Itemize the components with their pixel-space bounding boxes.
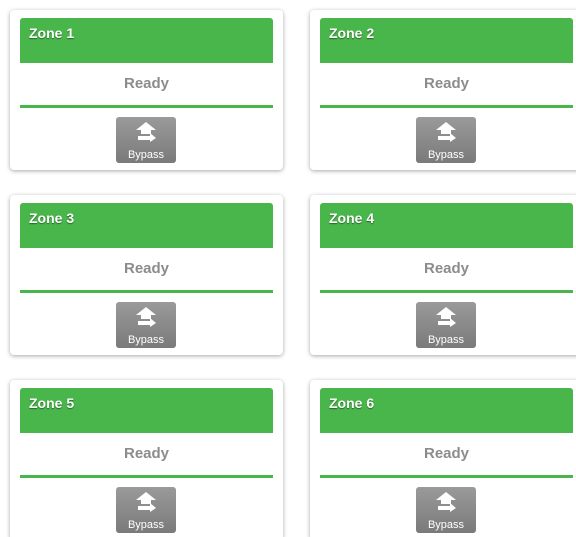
bypass-label: Bypass: [127, 519, 165, 531]
zone-title: Zone 5: [29, 395, 75, 411]
bypass-arrow-icon: [436, 492, 456, 512]
zone-status: Ready: [423, 75, 470, 92]
status-divider: [20, 290, 273, 293]
status-divider: [320, 105, 573, 108]
zone-grid: Zone 1 Ready Bypass Zone 2 Ready Bypass: [0, 0, 576, 537]
bypass-button[interactable]: Bypass: [116, 487, 176, 533]
bypass-arrow-icon: [436, 307, 456, 327]
status-divider: [320, 475, 573, 478]
bypass-arrow-icon: [436, 122, 456, 142]
bypass-label: Bypass: [127, 334, 165, 346]
zone-card-4: Zone 4 Ready Bypass: [310, 195, 576, 355]
zone-card-3: Zone 3 Ready Bypass: [10, 195, 283, 355]
zone-status: Ready: [123, 260, 170, 277]
bypass-label: Bypass: [427, 149, 465, 161]
zone-title: Zone 4: [329, 210, 375, 226]
status-divider: [320, 290, 573, 293]
zone-card-5: Zone 5 Ready Bypass: [10, 380, 283, 537]
status-divider: [20, 105, 273, 108]
zone-title: Zone 6: [329, 395, 375, 411]
bypass-button[interactable]: Bypass: [116, 302, 176, 348]
bypass-label: Bypass: [427, 334, 465, 346]
bypass-button[interactable]: Bypass: [416, 117, 476, 163]
zone-status: Ready: [423, 445, 470, 462]
zone-title: Zone 2: [329, 25, 375, 41]
bypass-button[interactable]: Bypass: [116, 117, 176, 163]
zone-title: Zone 1: [29, 25, 75, 41]
bypass-arrow-icon: [136, 307, 156, 327]
bypass-button[interactable]: Bypass: [416, 487, 476, 533]
zone-card-2: Zone 2 Ready Bypass: [310, 10, 576, 170]
bypass-button[interactable]: Bypass: [416, 302, 476, 348]
status-divider: [20, 475, 273, 478]
zone-header: Zone 3: [20, 203, 273, 248]
zone-header: Zone 6: [320, 388, 573, 433]
zone-card-6: Zone 6 Ready Bypass: [310, 380, 576, 537]
bypass-arrow-icon: [136, 122, 156, 142]
zone-header: Zone 2: [320, 18, 573, 63]
bypass-label: Bypass: [127, 149, 165, 161]
zone-title: Zone 3: [29, 210, 75, 226]
zone-status: Ready: [123, 445, 170, 462]
zone-card-1: Zone 1 Ready Bypass: [10, 10, 283, 170]
zone-status: Ready: [123, 75, 170, 92]
bypass-arrow-icon: [136, 492, 156, 512]
zone-header: Zone 1: [20, 18, 273, 63]
zone-status: Ready: [423, 260, 470, 277]
zone-header: Zone 4: [320, 203, 573, 248]
bypass-label: Bypass: [427, 519, 465, 531]
zone-header: Zone 5: [20, 388, 273, 433]
